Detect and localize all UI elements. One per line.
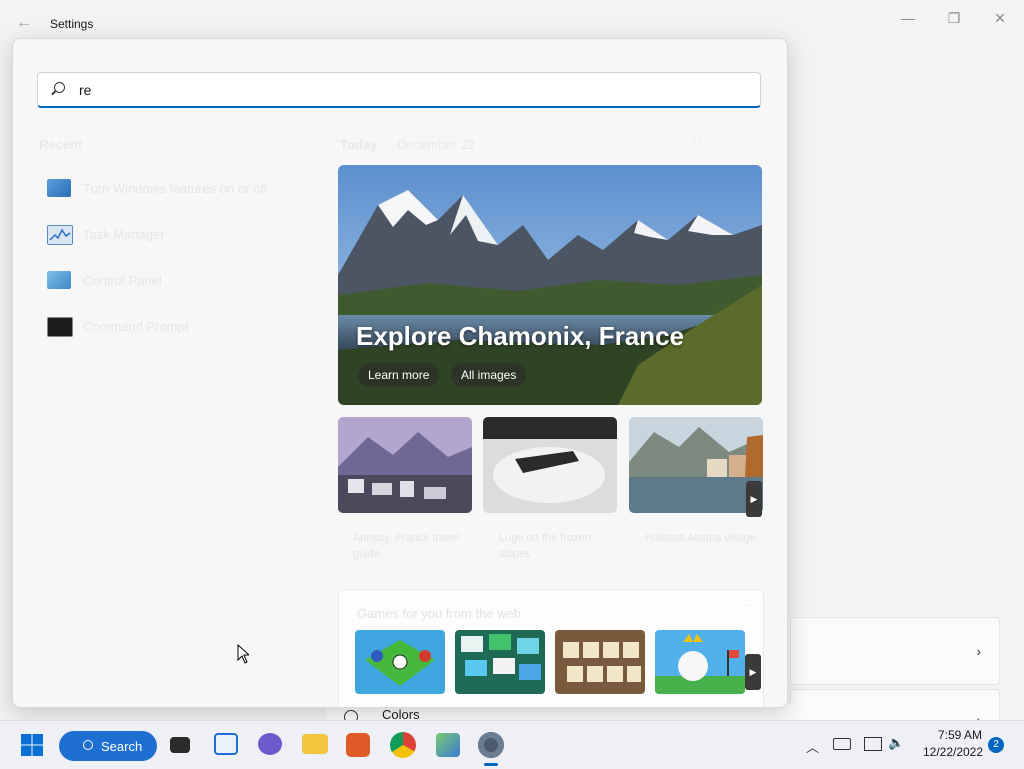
today-heading: Today <box>340 137 378 152</box>
notification-badge[interactable]: 2 <box>988 737 1004 753</box>
settings-gear-icon[interactable] <box>478 732 504 758</box>
network-icon[interactable] <box>864 737 882 751</box>
close-button[interactable]: ✕ <box>990 8 1010 28</box>
thumbnail-caption: Annecy, France travel guide <box>353 532 460 560</box>
recent-item[interactable]: Command Prompt <box>47 309 307 343</box>
command-prompt-icon <box>47 317 73 337</box>
task-manager-icon <box>47 225 73 245</box>
recent-heading: Recent <box>39 137 83 152</box>
game-tile[interactable] <box>555 630 645 694</box>
more-options-button[interactable]: ··· <box>693 133 709 148</box>
windows-features-icon <box>47 179 71 197</box>
game-tile[interactable] <box>455 630 545 694</box>
search-icon <box>83 740 93 750</box>
recent-item[interactable]: Task Manager <box>47 217 307 251</box>
search-icon <box>54 82 65 93</box>
hero-card[interactable]: Explore Chamonix, France Learn more All … <box>338 165 762 405</box>
taskbar: Search ︿ 🔈 <box>0 720 1024 769</box>
active-app-indicator <box>484 763 498 766</box>
restore-button[interactable]: ❐ <box>944 8 964 28</box>
hero-title: Explore Chamonix, France <box>356 321 684 351</box>
luge-thumbnail-image <box>483 417 617 513</box>
game-tile[interactable] <box>355 630 445 694</box>
task-view-icon[interactable] <box>170 737 190 753</box>
minimize-button[interactable]: — <box>898 8 918 28</box>
clock-date[interactable]: 12/22/2022 <box>920 745 986 759</box>
chevron-up-icon[interactable]: ︿ <box>806 737 819 756</box>
recent-item[interactable]: Turn Windows features on or off <box>47 171 307 205</box>
chevron-right-icon: › <box>976 643 981 659</box>
thumbnail-card[interactable] <box>483 417 617 513</box>
games-card: Games for you from the web ··· ▶ <box>338 589 764 707</box>
game-tile[interactable] <box>655 630 745 694</box>
word-game-image <box>555 630 645 694</box>
snipping-tool-icon[interactable] <box>436 733 460 757</box>
control-panel-icon <box>47 271 71 289</box>
search-input[interactable] <box>79 80 739 100</box>
clock-time[interactable]: 7:59 AM <box>935 728 985 742</box>
ubuntu-icon[interactable] <box>346 733 370 757</box>
thumbnail-caption: Luge on the frozen slopes <box>499 532 591 560</box>
chat-icon[interactable] <box>258 733 282 755</box>
search-flyout: Recent Turn Windows features on or off T… <box>12 38 788 708</box>
games-title: Games for you from the web <box>357 606 522 621</box>
thumbnail-card[interactable] <box>338 417 472 513</box>
keyboard-icon[interactable] <box>833 738 851 750</box>
window-title: Settings <box>50 17 94 31</box>
volume-icon[interactable]: 🔈 <box>888 735 904 751</box>
all-images-button[interactable]: All images <box>451 363 527 387</box>
golf-game-image <box>655 630 745 694</box>
learn-more-button[interactable]: Learn more <box>358 363 440 387</box>
lake-village-thumbnail-image <box>629 417 763 513</box>
start-windows-icon[interactable] <box>20 733 44 757</box>
thumbnail-card[interactable] <box>629 417 763 513</box>
search-box[interactable] <box>37 72 761 108</box>
soccer-game-image <box>355 630 445 694</box>
back-arrow-icon[interactable]: ← <box>16 14 34 32</box>
games-more-button[interactable]: ··· <box>745 600 755 611</box>
chrome-icon[interactable] <box>390 732 416 758</box>
mouse-cursor-icon <box>237 644 249 664</box>
file-explorer-icon[interactable] <box>302 734 328 754</box>
games-next-button[interactable]: ▶ <box>745 654 761 690</box>
carousel-next-button[interactable]: ▶ <box>746 481 762 517</box>
settings-card[interactable]: › <box>790 617 1000 685</box>
thumbnail-caption: Hallstatt Austria village <box>645 532 756 544</box>
today-date: December 22 <box>397 137 476 152</box>
town-thumbnail-image <box>338 417 472 513</box>
taskbar-search-button[interactable]: Search <box>59 731 157 761</box>
tiles-game-image <box>455 630 545 694</box>
recent-item[interactable]: Control Panel <box>47 263 307 297</box>
widgets-icon[interactable] <box>214 733 238 755</box>
